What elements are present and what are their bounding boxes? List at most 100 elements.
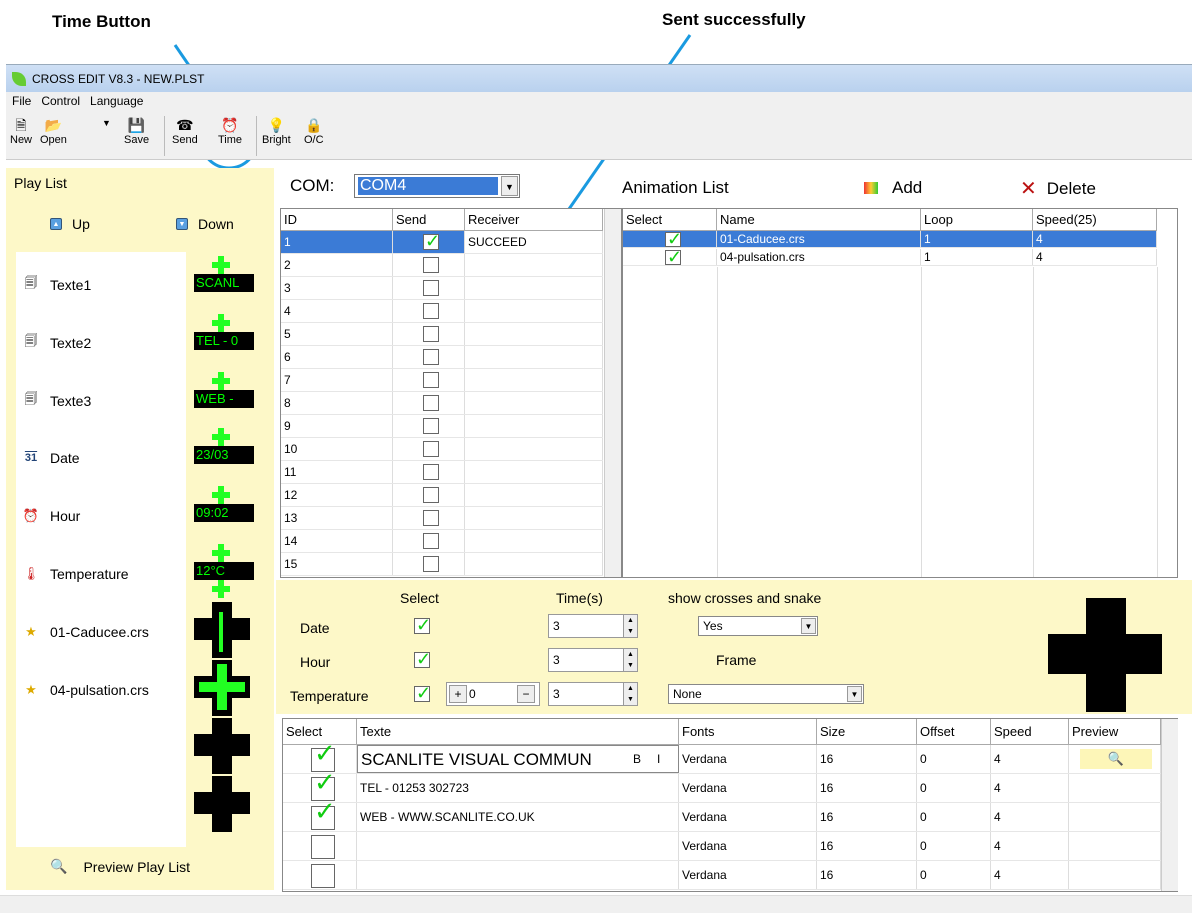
spinner-arrows-icon[interactable]: ▲ ▼ bbox=[623, 683, 637, 705]
show-crosses-select[interactable]: Yes ▼ bbox=[698, 616, 818, 636]
select-cell[interactable] bbox=[283, 832, 357, 860]
checkbox[interactable] bbox=[423, 441, 439, 457]
playlist-item[interactable]: 🌡 Temperature bbox=[20, 566, 129, 582]
minus-icon[interactable]: − bbox=[517, 685, 535, 703]
receiver-row[interactable]: 2 bbox=[281, 254, 603, 277]
size-cell[interactable]: 16 bbox=[817, 832, 917, 860]
receiver-row[interactable]: 12 bbox=[281, 484, 603, 507]
texte-cell[interactable]: WEB - WWW.SCANLITE.CO.UK bbox=[357, 803, 679, 831]
receiver-row[interactable]: 5 bbox=[281, 323, 603, 346]
send-cell[interactable] bbox=[393, 438, 465, 460]
send-cell[interactable] bbox=[393, 323, 465, 345]
receiver-row[interactable]: 15 bbox=[281, 553, 603, 576]
spinner-arrows-icon[interactable]: ▲ ▼ bbox=[623, 649, 637, 671]
frame-select[interactable]: None ▼ bbox=[668, 684, 864, 704]
select-cell[interactable]: ✓ bbox=[283, 774, 357, 802]
delete-button[interactable]: ✕ Delete bbox=[1020, 176, 1096, 201]
oc-button[interactable]: 🔒 O/C bbox=[304, 116, 324, 146]
checkbox[interactable] bbox=[311, 835, 335, 859]
speed-cell[interactable]: 4 bbox=[991, 745, 1069, 773]
send-cell[interactable] bbox=[393, 461, 465, 483]
checkbox[interactable] bbox=[423, 372, 439, 388]
size-cell[interactable]: 16 bbox=[817, 745, 917, 773]
send-cell[interactable] bbox=[393, 507, 465, 529]
texte-cell[interactable]: TEL - 01253 302723 bbox=[357, 774, 679, 802]
open-button[interactable]: 📂 Open bbox=[40, 116, 67, 146]
checkbox[interactable] bbox=[423, 487, 439, 503]
text-row[interactable]: ✓ WEB - WWW.SCANLITE.CO.UK Verdana 16 0 4 bbox=[283, 803, 1161, 832]
send-cell[interactable] bbox=[393, 254, 465, 276]
com-select[interactable]: COM4 ▼ bbox=[354, 174, 520, 198]
send-button[interactable]: ☎ Send bbox=[172, 116, 198, 146]
select-cell[interactable]: ✓ bbox=[283, 803, 357, 831]
menu-language[interactable]: Language bbox=[90, 94, 143, 108]
send-cell[interactable] bbox=[393, 415, 465, 437]
texte-cell[interactable] bbox=[357, 832, 679, 860]
text-row[interactable]: Verdana 16 0 4 bbox=[283, 861, 1161, 890]
font-cell[interactable]: Verdana bbox=[679, 832, 817, 860]
temp-time-spinner[interactable]: 3 ▲ ▼ bbox=[548, 682, 638, 706]
checkbox[interactable] bbox=[423, 510, 439, 526]
text-row[interactable]: ✓ TEL - 01253 302723 Verdana 16 0 4 bbox=[283, 774, 1161, 803]
send-cell[interactable] bbox=[393, 277, 465, 299]
animation-row[interactable]: ✓ 04-pulsation.crs 1 4 bbox=[623, 249, 1157, 267]
checkbox[interactable]: ✓ bbox=[311, 803, 336, 830]
send-cell[interactable] bbox=[393, 530, 465, 552]
receiver-row[interactable]: 7 bbox=[281, 369, 603, 392]
row-check[interactable]: ✓ bbox=[623, 231, 717, 248]
font-cell[interactable]: Verdana bbox=[679, 861, 817, 889]
time-button[interactable]: ⏰ Time bbox=[218, 116, 242, 146]
checkbox[interactable] bbox=[423, 556, 439, 572]
send-cell[interactable] bbox=[393, 392, 465, 414]
receiver-row[interactable]: 4 bbox=[281, 300, 603, 323]
menu-file[interactable]: File bbox=[12, 94, 31, 108]
hour-time-spinner[interactable]: 3 ▲ ▼ bbox=[548, 648, 638, 672]
bold-button[interactable]: B bbox=[633, 752, 641, 766]
checkbox[interactable] bbox=[423, 280, 439, 296]
select-cell[interactable] bbox=[283, 861, 357, 889]
receiver-row[interactable]: 13 bbox=[281, 507, 603, 530]
send-cell[interactable] bbox=[393, 369, 465, 391]
hour-checkbox[interactable]: ✓ bbox=[414, 650, 431, 668]
playlist-item[interactable]: ⏰ Hour bbox=[20, 508, 80, 524]
playlist-item[interactable]: 🗐 Texte2 bbox=[20, 332, 92, 354]
checkbox[interactable] bbox=[423, 257, 439, 273]
checkbox[interactable] bbox=[423, 533, 439, 549]
checkbox[interactable] bbox=[423, 303, 439, 319]
preview-cell[interactable] bbox=[1069, 861, 1161, 889]
menu-control[interactable]: Control bbox=[41, 94, 80, 108]
receiver-scrollbar[interactable] bbox=[604, 209, 621, 577]
row-check[interactable]: ✓ bbox=[623, 249, 717, 266]
offset-cell[interactable]: 0 bbox=[917, 774, 991, 802]
receiver-row[interactable]: 3 bbox=[281, 277, 603, 300]
date-time-spinner[interactable]: 3 ▲ ▼ bbox=[548, 614, 638, 638]
receiver-row[interactable]: 6 bbox=[281, 346, 603, 369]
playlist-item[interactable]: ★ 04-pulsation.crs bbox=[20, 682, 149, 698]
speed-cell[interactable]: 4 bbox=[991, 832, 1069, 860]
send-cell[interactable] bbox=[393, 484, 465, 506]
playlist-item[interactable]: 31 Date bbox=[20, 450, 80, 466]
receiver-row[interactable]: 10 bbox=[281, 438, 603, 461]
checkbox[interactable]: ✓ bbox=[665, 231, 682, 247]
bright-button[interactable]: 💡 Bright bbox=[262, 116, 291, 146]
playlist-item[interactable]: 🗐 Texte1 bbox=[20, 274, 92, 296]
checkbox[interactable]: ✓ bbox=[311, 774, 336, 801]
size-cell[interactable]: 16 bbox=[817, 803, 917, 831]
checkbox[interactable] bbox=[423, 395, 439, 411]
checkbox[interactable] bbox=[423, 349, 439, 365]
open-dropdown-arrow[interactable]: ▼ bbox=[102, 118, 111, 128]
send-cell[interactable]: ✓ bbox=[393, 231, 465, 253]
add-button[interactable]: Add bbox=[864, 178, 922, 198]
select-cell[interactable]: ✓ bbox=[283, 745, 357, 773]
receiver-row[interactable]: 8 bbox=[281, 392, 603, 415]
preview-magnifier-icon[interactable]: 🔍 bbox=[1080, 749, 1152, 769]
font-cell[interactable]: Verdana bbox=[679, 774, 817, 802]
receiver-row[interactable]: 1 ✓ SUCCEED bbox=[281, 231, 603, 254]
size-cell[interactable]: 16 bbox=[817, 774, 917, 802]
speed-cell[interactable]: 4 bbox=[991, 803, 1069, 831]
up-button[interactable]: ▲ Up bbox=[50, 216, 90, 232]
playlist-item[interactable]: ★ 01-Caducee.crs bbox=[20, 624, 149, 640]
texts-scrollbar[interactable] bbox=[1161, 719, 1178, 891]
receiver-row[interactable]: 9 bbox=[281, 415, 603, 438]
texte-editor[interactable]: SCANLITE VISUAL COMMUN B I bbox=[357, 745, 679, 773]
